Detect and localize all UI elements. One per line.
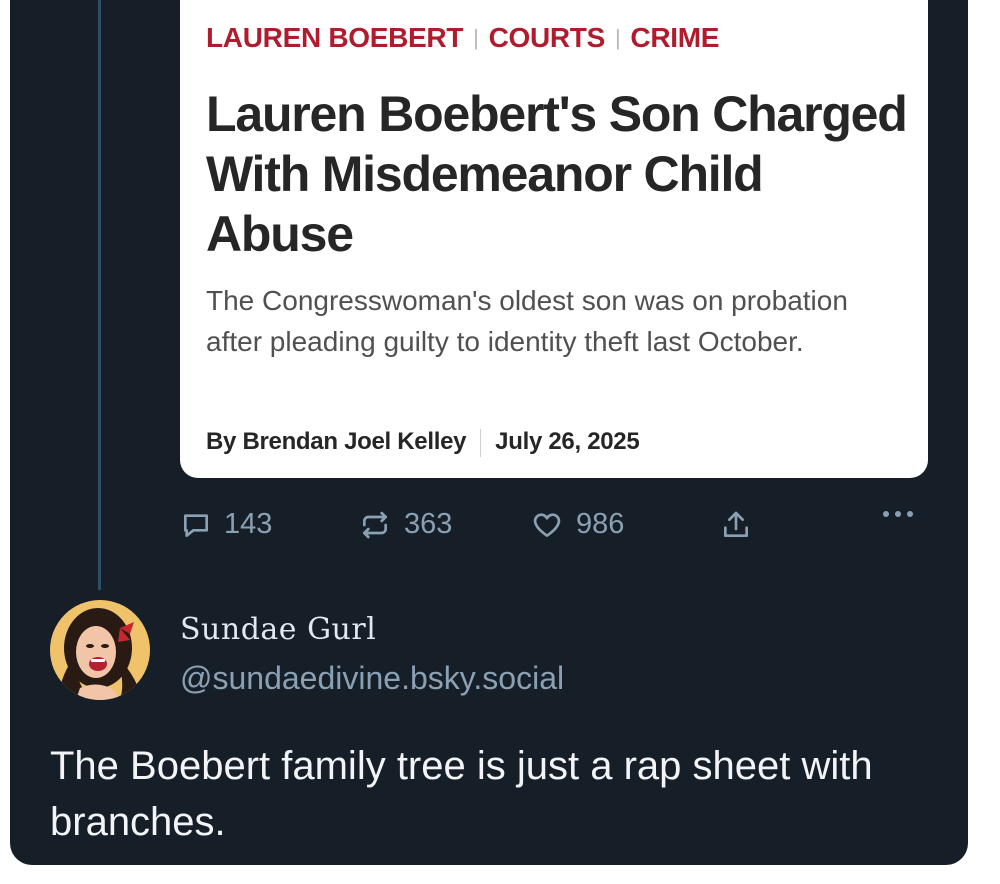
tag-crime[interactable]: CRIME bbox=[630, 22, 719, 53]
post-frame: LAUREN BOEBERT | COURTS | CRIME Lauren Boebe… bbox=[10, 0, 968, 865]
article-dek: The Congresswoman's oldest son was on pr… bbox=[206, 285, 848, 357]
like-button[interactable]: 986 bbox=[530, 508, 624, 541]
reply-button[interactable]: 143 bbox=[180, 508, 272, 541]
byline-divider bbox=[480, 428, 482, 457]
more-icon bbox=[883, 511, 913, 517]
like-count: 986 bbox=[576, 508, 625, 540]
avatar-image bbox=[50, 600, 150, 700]
repost-icon bbox=[363, 511, 387, 538]
share-button[interactable] bbox=[720, 508, 764, 542]
article-date: July 26, 2025 bbox=[495, 428, 640, 455]
article-card[interactable]: LAUREN BOEBERT | COURTS | CRIME Lauren Boebe… bbox=[180, 0, 928, 478]
tag-divider: | bbox=[614, 25, 621, 50]
reply-count: 143 bbox=[224, 508, 273, 540]
user-handle[interactable]: @sundaedivine.bsky.social bbox=[180, 660, 564, 697]
repost-button[interactable]: 363 bbox=[358, 508, 452, 541]
more-options-button[interactable] bbox=[880, 508, 928, 520]
article-author: By Brendan Joel Kelley bbox=[206, 428, 467, 455]
tag-lauren-boebert[interactable]: LAUREN BOEBERT bbox=[206, 22, 463, 53]
reply-icon bbox=[184, 513, 208, 537]
article-byline: By Brendan Joel Kelley July 26, 2025 bbox=[206, 428, 640, 457]
heart-icon bbox=[533, 512, 561, 537]
tag-divider: | bbox=[473, 25, 479, 50]
display-name[interactable]: Sundae Gurl bbox=[180, 612, 376, 647]
thread-line bbox=[98, 0, 101, 590]
article-headline[interactable]: Lauren Boebert's Son Charged With Misdem… bbox=[206, 84, 916, 264]
post-actions: 143 363 986 bbox=[180, 508, 928, 552]
share-icon bbox=[724, 511, 748, 537]
tag-courts[interactable]: COURTS bbox=[489, 22, 606, 53]
repost-count: 363 bbox=[404, 508, 453, 540]
avatar[interactable] bbox=[50, 600, 150, 700]
article-tags: LAUREN BOEBERT | COURTS | CRIME bbox=[206, 22, 719, 54]
post-text: The Boebert family tree is just a rap sh… bbox=[50, 744, 873, 844]
